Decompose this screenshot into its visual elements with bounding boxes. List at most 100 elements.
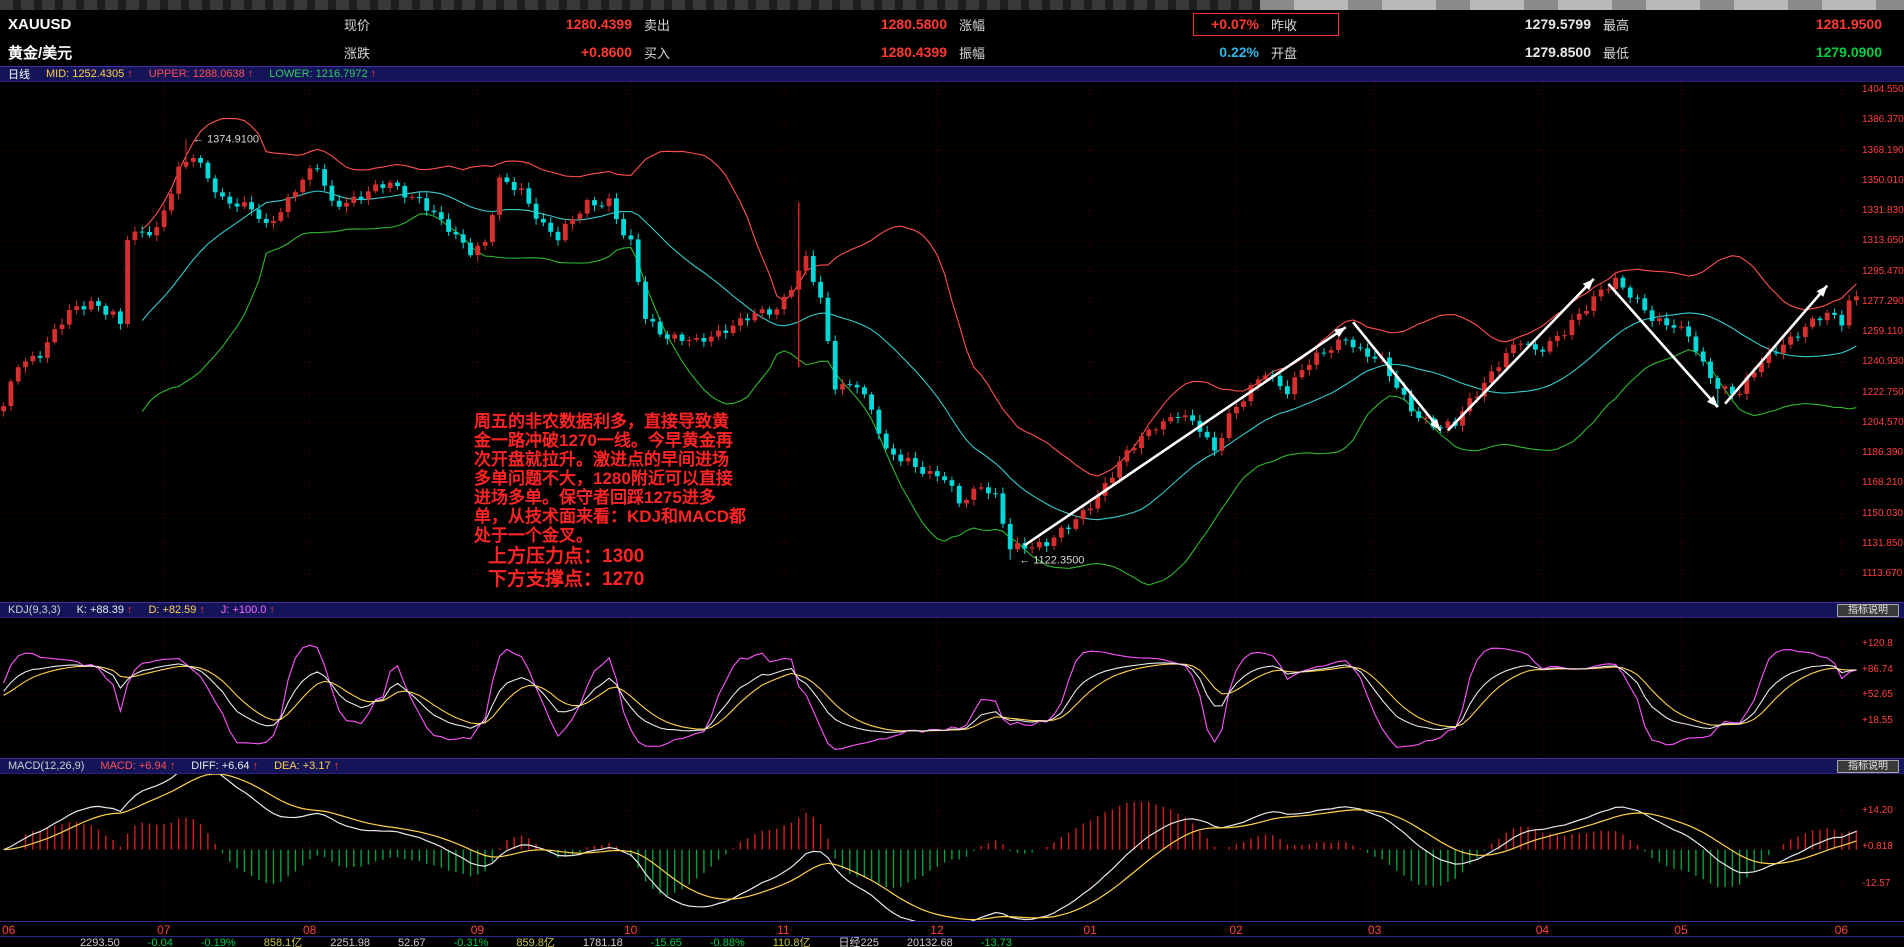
diff-number: +6.64 xyxy=(222,760,250,772)
macd-dea-value: DEA: +3.17 ↑ xyxy=(274,760,339,772)
ticker-item[interactable]: 52.67 xyxy=(398,937,426,947)
ticker-item[interactable]: -15.65 xyxy=(651,937,682,947)
dea-number: +3.17 xyxy=(303,760,331,772)
x-axis-month-label: 11 xyxy=(777,923,789,937)
kdj-d-value: D: +82.59 ↑ xyxy=(148,604,204,616)
analysis-note-line: 上方压力点：1300 xyxy=(474,545,746,568)
boll-mid-number: 1252.4305 xyxy=(72,68,124,80)
y-axis-label: 1113.670 xyxy=(1862,569,1902,579)
analysis-note-line: 进场多单。保守者回踩1275进多 xyxy=(474,488,746,507)
y-axis-label: -12.57 xyxy=(1862,879,1890,889)
up-arrow-icon: ↑ xyxy=(253,760,259,772)
y-axis-label: +18.55 xyxy=(1862,716,1893,726)
up-arrow-icon: ↑ xyxy=(334,760,340,772)
macd-header: MACD(12,26,9) MACD: +6.94 ↑ DIFF: +6.64 … xyxy=(0,758,1904,774)
quote-row-2: 黄金/美元 涨跌 +0.8600 买入 1280.4399 振幅 0.22% 开… xyxy=(0,38,1904,66)
kdj-indicator-help-button[interactable]: 指标说明 xyxy=(1837,604,1899,617)
ticker-item[interactable]: -0.19% xyxy=(201,937,236,947)
up-arrow-icon: ↑ xyxy=(127,604,133,616)
ticker-item[interactable]: -0.88% xyxy=(710,937,745,947)
quote-field-last: 现价 1280.4399 xyxy=(344,15,644,34)
x-axis-month-label: 09 xyxy=(471,923,484,937)
ticker-item[interactable]: 日经225 xyxy=(838,937,878,947)
ticker-item[interactable]: -0.31% xyxy=(454,937,489,947)
x-axis-month-label: 10 xyxy=(624,923,637,937)
up-arrow-icon: ↑ xyxy=(371,68,377,80)
field-value: 1279.5799 xyxy=(1525,16,1591,32)
k-number: +88.39 xyxy=(90,604,124,616)
period-label: 日线 xyxy=(8,66,30,82)
up-arrow-icon: ↑ xyxy=(248,68,254,80)
y-axis-label: 1404.550 xyxy=(1862,85,1904,95)
kdj-k-value: K: +88.39 ↑ xyxy=(77,604,133,616)
y-axis-label: 1313.650 xyxy=(1862,236,1904,246)
toolbar-icons[interactable] xyxy=(0,0,1260,10)
ticker-item[interactable]: 859.8亿 xyxy=(516,937,555,947)
analysis-note-line: 多单问题不大，1280附近可以直接 xyxy=(474,469,746,488)
price-axis: 1404.5501386.3701368.1901350.0101331.830… xyxy=(1860,82,1904,602)
candlestick-chart-canvas[interactable]: ← 1374.9100← 1122.3500 xyxy=(0,82,1860,602)
field-value: 1279.0900 xyxy=(1816,44,1882,60)
kdj-pane[interactable]: +120.8+86.74+52.65+18.55 xyxy=(0,618,1904,758)
ticker-item[interactable]: 20132.68 xyxy=(907,937,953,947)
svg-text:← 1374.9100: ← 1374.9100 xyxy=(193,133,259,145)
macd-chart-canvas[interactable] xyxy=(0,774,1860,921)
macd-number: +6.94 xyxy=(139,760,167,772)
kdj-axis: +120.8+86.74+52.65+18.55 xyxy=(1860,618,1904,758)
k-label: K: xyxy=(77,604,87,616)
field-label: 现价 xyxy=(344,15,370,34)
field-label: 最低 xyxy=(1603,43,1629,62)
ticker-item[interactable]: -13.73 xyxy=(981,937,1012,947)
boll-upper-label: UPPER: xyxy=(149,68,190,80)
y-axis-label: 1368.190 xyxy=(1862,146,1904,156)
ticker-item[interactable]: 110.8亿 xyxy=(773,937,811,947)
field-value: 1280.4399 xyxy=(881,44,947,60)
x-axis-month-label: 03 xyxy=(1368,923,1381,937)
analysis-note-line: 下方支撑点：1270 xyxy=(474,568,746,591)
x-axis-month-label: 05 xyxy=(1674,923,1687,937)
symbol-code: XAUUSD xyxy=(0,16,344,33)
ticker-item[interactable]: 1781.18 xyxy=(583,937,623,947)
up-arrow-icon: ↑ xyxy=(199,604,205,616)
toolbar-strip[interactable] xyxy=(0,0,1904,10)
ticker-item[interactable]: 2293.50 xyxy=(80,937,120,947)
up-arrow-icon: ↑ xyxy=(269,604,275,616)
y-axis-label: 1204.570 xyxy=(1862,418,1904,428)
ticker-item[interactable]: -0.04 xyxy=(148,937,173,947)
x-axis-month-label: 06 xyxy=(2,923,15,937)
macd-indicator-help-button[interactable]: 指标说明 xyxy=(1837,760,1899,773)
quote-field-high: 最高 1281.9500 xyxy=(1603,15,1894,34)
macd-pane[interactable]: +14.20+0.818-12.57 xyxy=(0,774,1904,921)
main-chart-pane[interactable]: ← 1374.9100← 1122.3500 周五的非农数据利多，直接导致黄金一… xyxy=(0,82,1904,602)
boll-lower-value: LOWER: 1216.7972 ↑ xyxy=(269,68,376,80)
analysis-note-line: 周五的非农数据利多，直接导致黄 xyxy=(474,412,746,431)
quote-field-low: 最低 1279.0900 xyxy=(1603,43,1894,62)
boll-upper-number: 1288.0638 xyxy=(193,68,245,80)
quote-field-ask: 卖出 1280.5800 xyxy=(644,15,959,34)
diff-label: DIFF: xyxy=(191,760,219,772)
ticker-item[interactable]: 2251.98 xyxy=(330,937,370,947)
field-value: 1281.9500 xyxy=(1816,16,1882,32)
kdj-j-value: J: +100.0 ↑ xyxy=(221,604,275,616)
kdj-header: KDJ(9,3,3) K: +88.39 ↑ D: +82.59 ↑ J: +1… xyxy=(0,602,1904,618)
y-axis-label: +86.74 xyxy=(1862,665,1893,675)
y-axis-label: +14.20 xyxy=(1862,806,1893,816)
boll-header: 日线 MID: 1252.4305 ↑ UPPER: 1288.0638 ↑ L… xyxy=(0,66,1904,82)
x-axis-month-label: 12 xyxy=(930,923,943,937)
field-label: 涨跌 xyxy=(344,43,370,62)
x-axis-month-label: 07 xyxy=(157,923,170,937)
y-axis-label: 1168.210 xyxy=(1862,478,1903,488)
ticker-item[interactable]: 858.1亿 xyxy=(264,937,303,947)
x-axis-month-label: 08 xyxy=(303,923,316,937)
quote-field-amplitude: 振幅 0.22% xyxy=(959,43,1271,62)
market-ticker-strip: 2293.50 -0.04 -0.19% 858.1亿 2251.98 52.67 -0.3… xyxy=(0,937,1904,947)
toolbar-right-section[interactable] xyxy=(1260,0,1904,10)
time-axis: 06070809101112010203040506 xyxy=(0,921,1904,937)
boll-mid-value: MID: 1252.4305 ↑ xyxy=(46,68,133,80)
quote-field-bid: 买入 1280.4399 xyxy=(644,43,959,62)
kdj-chart-canvas[interactable] xyxy=(0,618,1860,758)
macd-label: MACD: xyxy=(100,760,135,772)
macd-axis: +14.20+0.818-12.57 xyxy=(1860,774,1904,921)
x-axis-month-label: 01 xyxy=(1083,923,1096,937)
y-axis-label: 1150.030 xyxy=(1862,509,1903,519)
